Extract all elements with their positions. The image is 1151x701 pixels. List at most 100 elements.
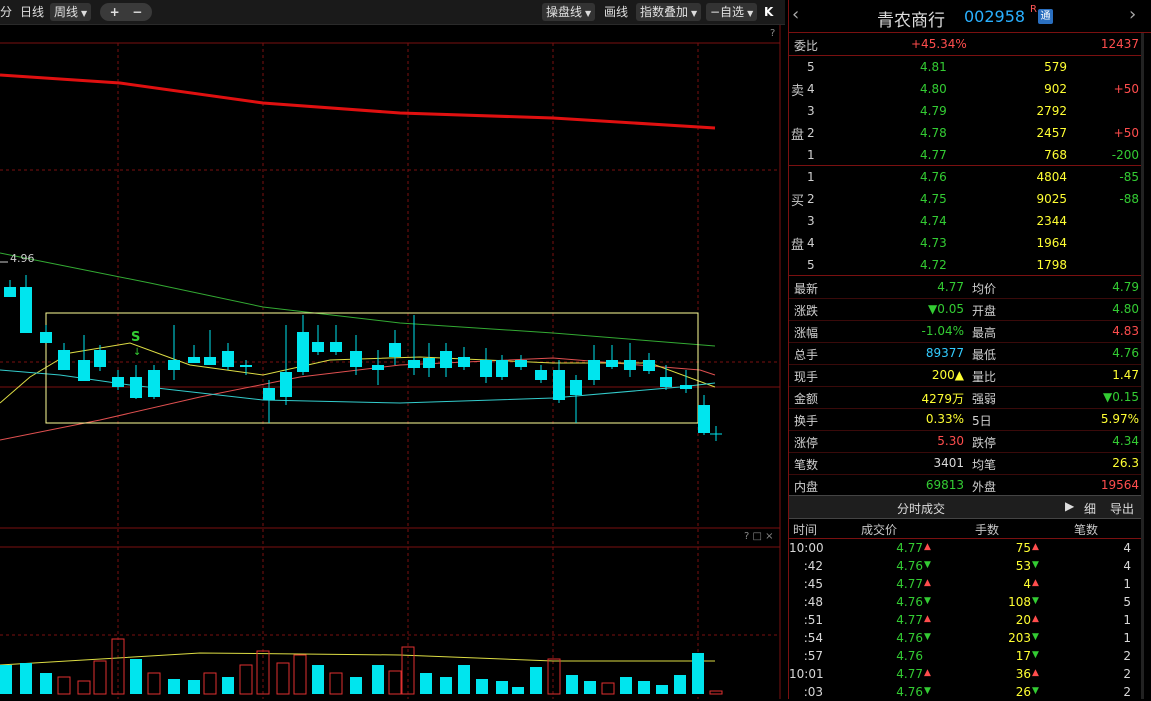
tick-time: :48 (803, 595, 823, 609)
buy-level-row[interactable]: 1 4.76 4804 -85 (789, 166, 1144, 188)
volume-bar (458, 665, 470, 694)
buy-level-row[interactable]: 2 4.75 9025 -88 (789, 188, 1144, 210)
stock-name: 青农商行 (877, 11, 945, 31)
candle-body (240, 365, 252, 367)
buy-level-row[interactable]: 5 4.72 1798 (789, 254, 1144, 276)
stats-row: 内盘 69813 外盘 19564 (789, 474, 1144, 496)
tick-volume: 53 (1015, 559, 1031, 573)
candlestick-chart[interactable] (0, 25, 785, 699)
watchlist-dropdown[interactable]: −自选 ▼ (706, 3, 758, 21)
stats-row: 涨幅 -1.04% 最高 4.83 (789, 320, 1144, 342)
buy-level-row[interactable]: 4 4.73 1964 (789, 232, 1144, 254)
chevron-down-icon: ▼ (691, 9, 698, 18)
tick-price-arrow-icon: ▼ (924, 632, 931, 642)
export-button[interactable]: 导出 (1110, 500, 1134, 517)
tick-price: 4.77 (896, 541, 923, 555)
stat-value: -1.04% (921, 324, 964, 338)
ma-long-line (0, 73, 716, 130)
quote-panel: ‹ 青农商行 002958 R 通 › 委比 +45.34% 12437 5 4.… (788, 0, 1151, 699)
tick-volume-arrow-icon: ▲ (1032, 668, 1039, 678)
sell-label-2: 盘 (791, 128, 805, 143)
volume-bar (620, 677, 632, 694)
level-price: 4.80 (920, 82, 947, 96)
candle-body (440, 351, 452, 368)
level-number: 1 (807, 148, 815, 162)
caopanxian-label: 操盘线 (546, 5, 583, 19)
tick-price: 4.76 (896, 595, 923, 609)
stat-label: 涨停 (794, 436, 819, 450)
stat-label: 开盘 (972, 304, 997, 318)
volume-panel-controls[interactable]: ? □ × (744, 531, 774, 542)
tick-count: 5 (1123, 595, 1131, 609)
candle-body (570, 380, 582, 395)
sell-level-row[interactable]: 1 4.77 768 -200 (789, 144, 1144, 166)
stats-row: 总手 89377 最低 4.76 (789, 342, 1144, 364)
sell-level-row[interactable]: 4 4.80 902 +50 (789, 78, 1144, 100)
level-number: 2 (807, 126, 815, 140)
sell-level-row[interactable]: 2 4.78 2457 +50 (789, 122, 1144, 144)
volume-bar (530, 667, 542, 694)
level-number: 2 (807, 192, 815, 206)
volume-bar (312, 665, 324, 694)
level-volume: 2792 (1036, 104, 1067, 118)
stat-label: 涨幅 (794, 326, 819, 340)
stat-value: ▼0.15 (1103, 390, 1139, 404)
play-icon[interactable]: ▶ (1065, 499, 1074, 513)
candle-body (94, 350, 106, 367)
level-volume: 4804 (1036, 170, 1067, 184)
caopanxian-dropdown[interactable]: 操盘线 ▼ (542, 3, 596, 21)
buy-level-row[interactable]: 3 4.74 2344 (789, 210, 1144, 232)
tick-volume-arrow-icon: ▼ (1032, 596, 1039, 606)
level-price: 4.78 (920, 126, 947, 140)
next-stock-icon[interactable]: › (1129, 4, 1136, 25)
trade-detail-header: 分时成交 ▶ 细 导出 (789, 495, 1144, 519)
candle-body (606, 360, 618, 367)
collapse-panel-button[interactable]: K (764, 3, 784, 21)
zoom-in-button[interactable]: + (110, 5, 120, 19)
index-overlay-dropdown[interactable]: 指数叠加 ▼ (636, 3, 702, 21)
detail-button[interactable]: 细 (1084, 500, 1096, 517)
stat-value: 4.79 (1112, 280, 1139, 294)
volume-bar (40, 673, 52, 694)
level-change: +50 (1113, 82, 1139, 96)
tick-price-arrow-icon: ▼ (924, 560, 931, 570)
tick-price: 4.77 (896, 577, 923, 591)
volume-bar (496, 681, 508, 694)
prev-stock-icon[interactable]: ‹ (792, 4, 799, 25)
trade-tab[interactable]: 分时成交 (897, 500, 945, 517)
sell-level-row[interactable]: 3 4.79 2792 (789, 100, 1144, 122)
tick-volume: 20 (1015, 613, 1031, 627)
tong-badge: 通 (1038, 9, 1053, 24)
tick-row: :42 4.76 ▼ 53 ▼ 4 (789, 557, 1144, 575)
level-volume: 1964 (1036, 236, 1067, 250)
chart-help-icon[interactable]: ? (770, 28, 775, 39)
tick-volume: 75 (1015, 541, 1031, 555)
fen-button[interactable]: 分 (0, 3, 12, 21)
scrollbar[interactable] (1141, 33, 1144, 699)
candle-body (515, 360, 527, 367)
weekly-k-dropdown[interactable]: 周线 ▼ (50, 3, 92, 21)
stock-code: 002958 (964, 7, 1026, 26)
sell-level-row[interactable]: 5 4.81 579 (789, 56, 1144, 78)
candle-body (148, 370, 160, 397)
candle-body (188, 357, 200, 363)
tick-row: 10:01 4.77 ▲ 36 ▲ 2 (789, 665, 1144, 683)
draw-line-button[interactable]: 画线 (604, 3, 628, 21)
stat-label: 均笔 (972, 458, 997, 472)
stat-value: 4.76 (1112, 346, 1139, 360)
zoom-out-button[interactable]: − (132, 5, 142, 19)
tick-count: 2 (1123, 667, 1131, 681)
tick-header-count: 笔数 (1074, 523, 1099, 537)
volume-bar (547, 658, 561, 695)
level-price: 4.72 (920, 258, 947, 272)
price-marker-label: 4.96 (10, 252, 35, 265)
stat-label: 笔数 (794, 458, 819, 472)
stat-value: 3401 (933, 456, 964, 470)
daily-k-button[interactable]: 日线 (20, 3, 44, 21)
stats-row: 笔数 3401 均笔 26.3 (789, 452, 1144, 474)
volume-bar (329, 672, 343, 695)
candle-body (168, 360, 180, 370)
tick-time: 10:00 (789, 541, 824, 555)
candle-body (535, 370, 547, 380)
stat-label: 均价 (972, 282, 997, 296)
